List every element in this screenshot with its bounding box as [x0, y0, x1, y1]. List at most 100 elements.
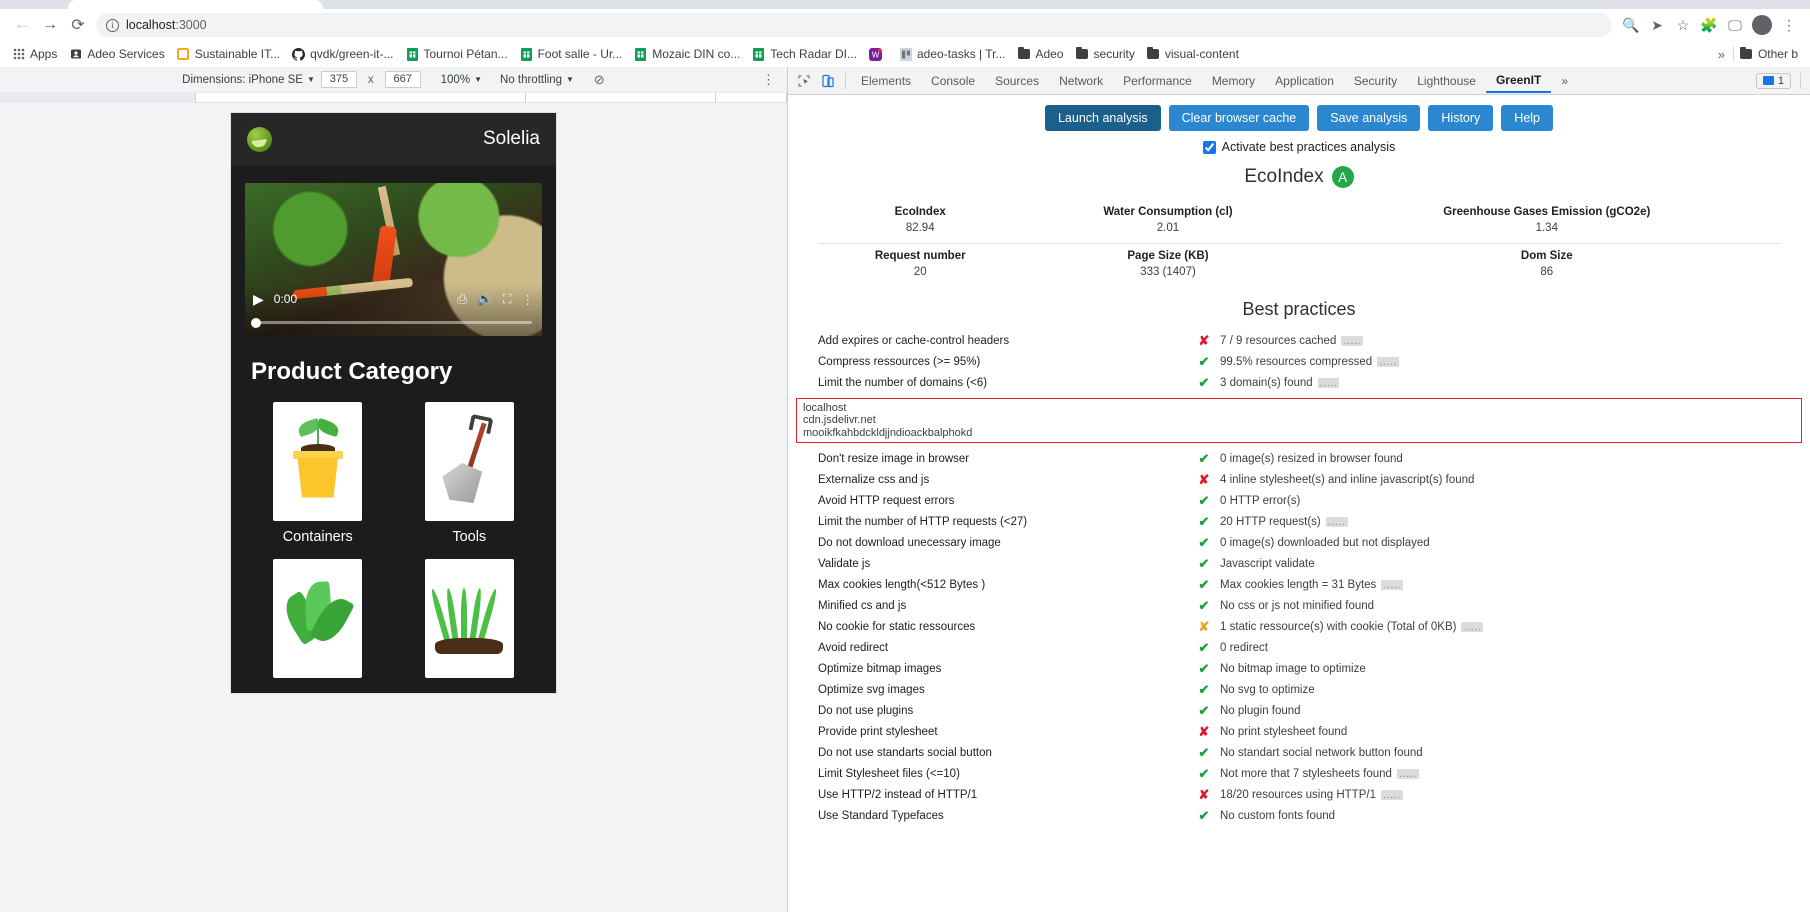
issues-badge[interactable]: 1 — [1755, 72, 1791, 89]
best-practice-row[interactable]: Limit the number of HTTP requests (<27) ✔… — [788, 512, 1810, 533]
expand-details-toggle[interactable]: ..... — [1461, 622, 1484, 633]
zoom-select[interactable]: 100% ▼ — [441, 74, 482, 86]
throttling-select[interactable]: No throttling ▼ — [500, 74, 574, 86]
category-card-tools[interactable]: Tools — [405, 402, 535, 545]
bookmark-tech-radar[interactable]: Tech Radar DI... — [746, 45, 863, 63]
viewport-height-input[interactable]: 667 — [384, 71, 421, 88]
reload-icon[interactable]: ⟳ — [64, 11, 92, 39]
bookmark-folder-other[interactable]: Other b — [1734, 45, 1804, 63]
bookmark-foot-salle[interactable]: Foot salle - Ur... — [514, 45, 629, 63]
clear-browser-cache-button[interactable]: Clear browser cache — [1168, 105, 1310, 131]
video-progress-bar[interactable] — [251, 317, 532, 328]
browser-tab-active[interactable] — [68, 0, 323, 9]
best-practice-row[interactable]: Don't resize image in browser ✔ 0 image(s)… — [788, 449, 1810, 470]
bookmark-folder-adeo[interactable]: Adeo — [1012, 45, 1070, 63]
puzzle-icon[interactable]: 🧩 — [1696, 12, 1722, 38]
volume-icon[interactable]: 🔊 — [477, 292, 493, 307]
bookmark-workplace[interactable]: W — [863, 46, 893, 63]
tab-application[interactable]: Application — [1265, 70, 1344, 92]
best-practice-row[interactable]: Limit the number of domains (<6) ✔ 3 domai… — [788, 372, 1810, 393]
tab-greenit[interactable]: GreenIT — [1485, 69, 1552, 93]
expand-details-toggle[interactable]: ..... — [1380, 790, 1403, 801]
best-practice-row[interactable]: Do not download unecessary image ✔ 0 image… — [788, 533, 1810, 554]
device-toolbar-icon[interactable] — [816, 70, 840, 92]
star-icon[interactable]: ☆ — [1670, 12, 1696, 38]
check-icon: ✔ — [1198, 682, 1210, 698]
share-icon[interactable]: ➤ — [1644, 12, 1670, 38]
avatar[interactable] — [1752, 15, 1772, 35]
address-bar[interactable]: i localhost:3000 — [96, 13, 1612, 37]
device-toolbar-more-icon[interactable]: ⋮ — [762, 72, 775, 88]
category-card-leaves[interactable] — [253, 559, 383, 686]
bookmark-qvdk-green-it[interactable]: qvdk/green-it-... — [286, 45, 399, 63]
expand-details-toggle[interactable]: ..... — [1377, 356, 1399, 367]
bookmark-folder-security[interactable]: security — [1070, 45, 1141, 63]
history-button[interactable]: History — [1428, 105, 1494, 131]
devtools-tabs-overflow-icon[interactable]: » — [1551, 70, 1578, 92]
product-category-title: Product Category — [251, 358, 453, 385]
tab-network[interactable]: Network — [1049, 70, 1113, 92]
hero-video-player[interactable]: ▶ 0:00 ⎙ 🔊 ⛶ ⋮ — [245, 183, 542, 336]
best-practice-row[interactable]: No cookie for static ressources ✘ 1 static… — [788, 617, 1810, 638]
bookmark-folder-visual-content[interactable]: visual-content — [1141, 45, 1245, 63]
best-practice-row[interactable]: Provide print stylesheet ✘ No print styles… — [788, 722, 1810, 743]
video-progress-knob[interactable] — [251, 317, 261, 328]
device-preset-select[interactable]: Dimensions: iPhone SE ▼ — [182, 74, 315, 86]
launch-analysis-button[interactable]: Launch analysis — [1044, 105, 1161, 131]
bookmark-sustainable-it[interactable]: Sustainable IT... — [171, 45, 286, 63]
mobile-page-preview[interactable]: Solelia ▶ 0:00 ⎙ 🔊 ⛶ ⋮ Product Category … — [231, 113, 556, 693]
kebab-menu-icon[interactable]: ⋮ — [522, 292, 535, 307]
best-practice-row[interactable]: Optimize bitmap images ✔ No bitmap image t… — [788, 659, 1810, 680]
expand-details-toggle[interactable]: ..... — [1341, 335, 1364, 346]
solelia-leaf-logo[interactable] — [247, 126, 272, 152]
zoom-search-icon[interactable]: 🔍 — [1618, 12, 1644, 38]
best-practice-row[interactable]: Externalize css and js ✘ 4 inline styleshe… — [788, 470, 1810, 491]
expand-details-toggle[interactable]: ..... — [1325, 517, 1348, 528]
bookmark-adeo-tasks-trello[interactable]: adeo-tasks | Tr... — [893, 45, 1012, 63]
category-card-grass[interactable] — [405, 559, 535, 686]
tab-memory[interactable]: Memory — [1202, 70, 1265, 92]
tab-console[interactable]: Console — [921, 70, 985, 92]
tab-performance[interactable]: Performance — [1113, 70, 1202, 92]
best-practice-row[interactable]: Avoid HTTP request errors ✔ 0 HTTP error(s… — [788, 491, 1810, 512]
bookmark-adeo-services[interactable]: Adeo Services — [63, 45, 170, 63]
cast-icon[interactable]: ⎙ — [457, 292, 467, 307]
viewport-width-input[interactable]: 375 — [320, 71, 357, 88]
tab-sources[interactable]: Sources — [985, 70, 1049, 92]
best-practice-row[interactable]: Optimize svg images ✔ No svg to optimize — [788, 680, 1810, 701]
best-practice-row[interactable]: Minified cs and js ✔ No css or js not mini… — [788, 596, 1810, 617]
bookmark-apps[interactable]: Apps — [6, 45, 63, 63]
play-icon[interactable]: ▶ — [253, 291, 264, 308]
best-practice-row[interactable]: Compress ressources (>= 95%) ✔ 99.5% resou… — [788, 351, 1810, 372]
best-practice-row[interactable]: Limit Stylesheet files (<=10) ✔ Not more t… — [788, 764, 1810, 785]
expand-details-toggle[interactable]: ..... — [1396, 769, 1419, 780]
expand-details-toggle[interactable]: ..... — [1317, 377, 1340, 388]
best-practice-row[interactable]: Add expires or cache-control headers ✘ 7 /… — [788, 330, 1810, 351]
save-analysis-button[interactable]: Save analysis — [1317, 105, 1421, 131]
site-info-icon[interactable]: i — [106, 18, 119, 32]
best-practice-row[interactable]: Avoid redirect ✔ 0 redirect — [788, 638, 1810, 659]
kebab-menu-icon[interactable]: ⋮ — [1776, 12, 1802, 38]
cast-icon[interactable]: 🖵 — [1722, 12, 1748, 38]
best-practice-row[interactable]: Validate js ✔ Javascript validate — [788, 554, 1810, 575]
bookmarks-overflow-icon[interactable]: » — [1710, 47, 1733, 62]
tab-elements[interactable]: Elements — [851, 70, 921, 92]
bookmark-tournoi-petanque[interactable]: Tournoi Pétan... — [400, 45, 514, 63]
back-arrow-icon[interactable]: ← — [8, 11, 36, 39]
best-practice-row[interactable]: Use HTTP/2 instead of HTTP/1 ✘ 18/20 resou… — [788, 785, 1810, 806]
bookmark-mozaic-din[interactable]: Mozaic DIN co... — [628, 45, 746, 63]
forward-arrow-icon[interactable]: → — [36, 11, 64, 39]
best-practice-row[interactable]: Use Standard Typefaces ✔ No custom fonts f… — [788, 806, 1810, 827]
best-practice-row[interactable]: Do not use plugins ✔ No plugin found — [788, 701, 1810, 722]
best-practice-row[interactable]: Max cookies length(<512 Bytes ) ✔ Max cook… — [788, 575, 1810, 596]
tab-security[interactable]: Security — [1344, 70, 1407, 92]
fullscreen-icon[interactable]: ⛶ — [503, 292, 512, 307]
category-card-containers[interactable]: Containers — [253, 402, 383, 545]
tab-lighthouse[interactable]: Lighthouse — [1407, 70, 1486, 92]
activate-best-practices-checkbox[interactable] — [1202, 140, 1216, 154]
inspect-element-icon[interactable] — [792, 70, 816, 92]
help-button[interactable]: Help — [1501, 105, 1554, 131]
best-practice-row[interactable]: Do not use standarts social button ✔ No st… — [788, 743, 1810, 764]
expand-details-toggle[interactable]: ..... — [1381, 580, 1404, 591]
rotate-icon[interactable]: ⊘ — [594, 72, 605, 88]
